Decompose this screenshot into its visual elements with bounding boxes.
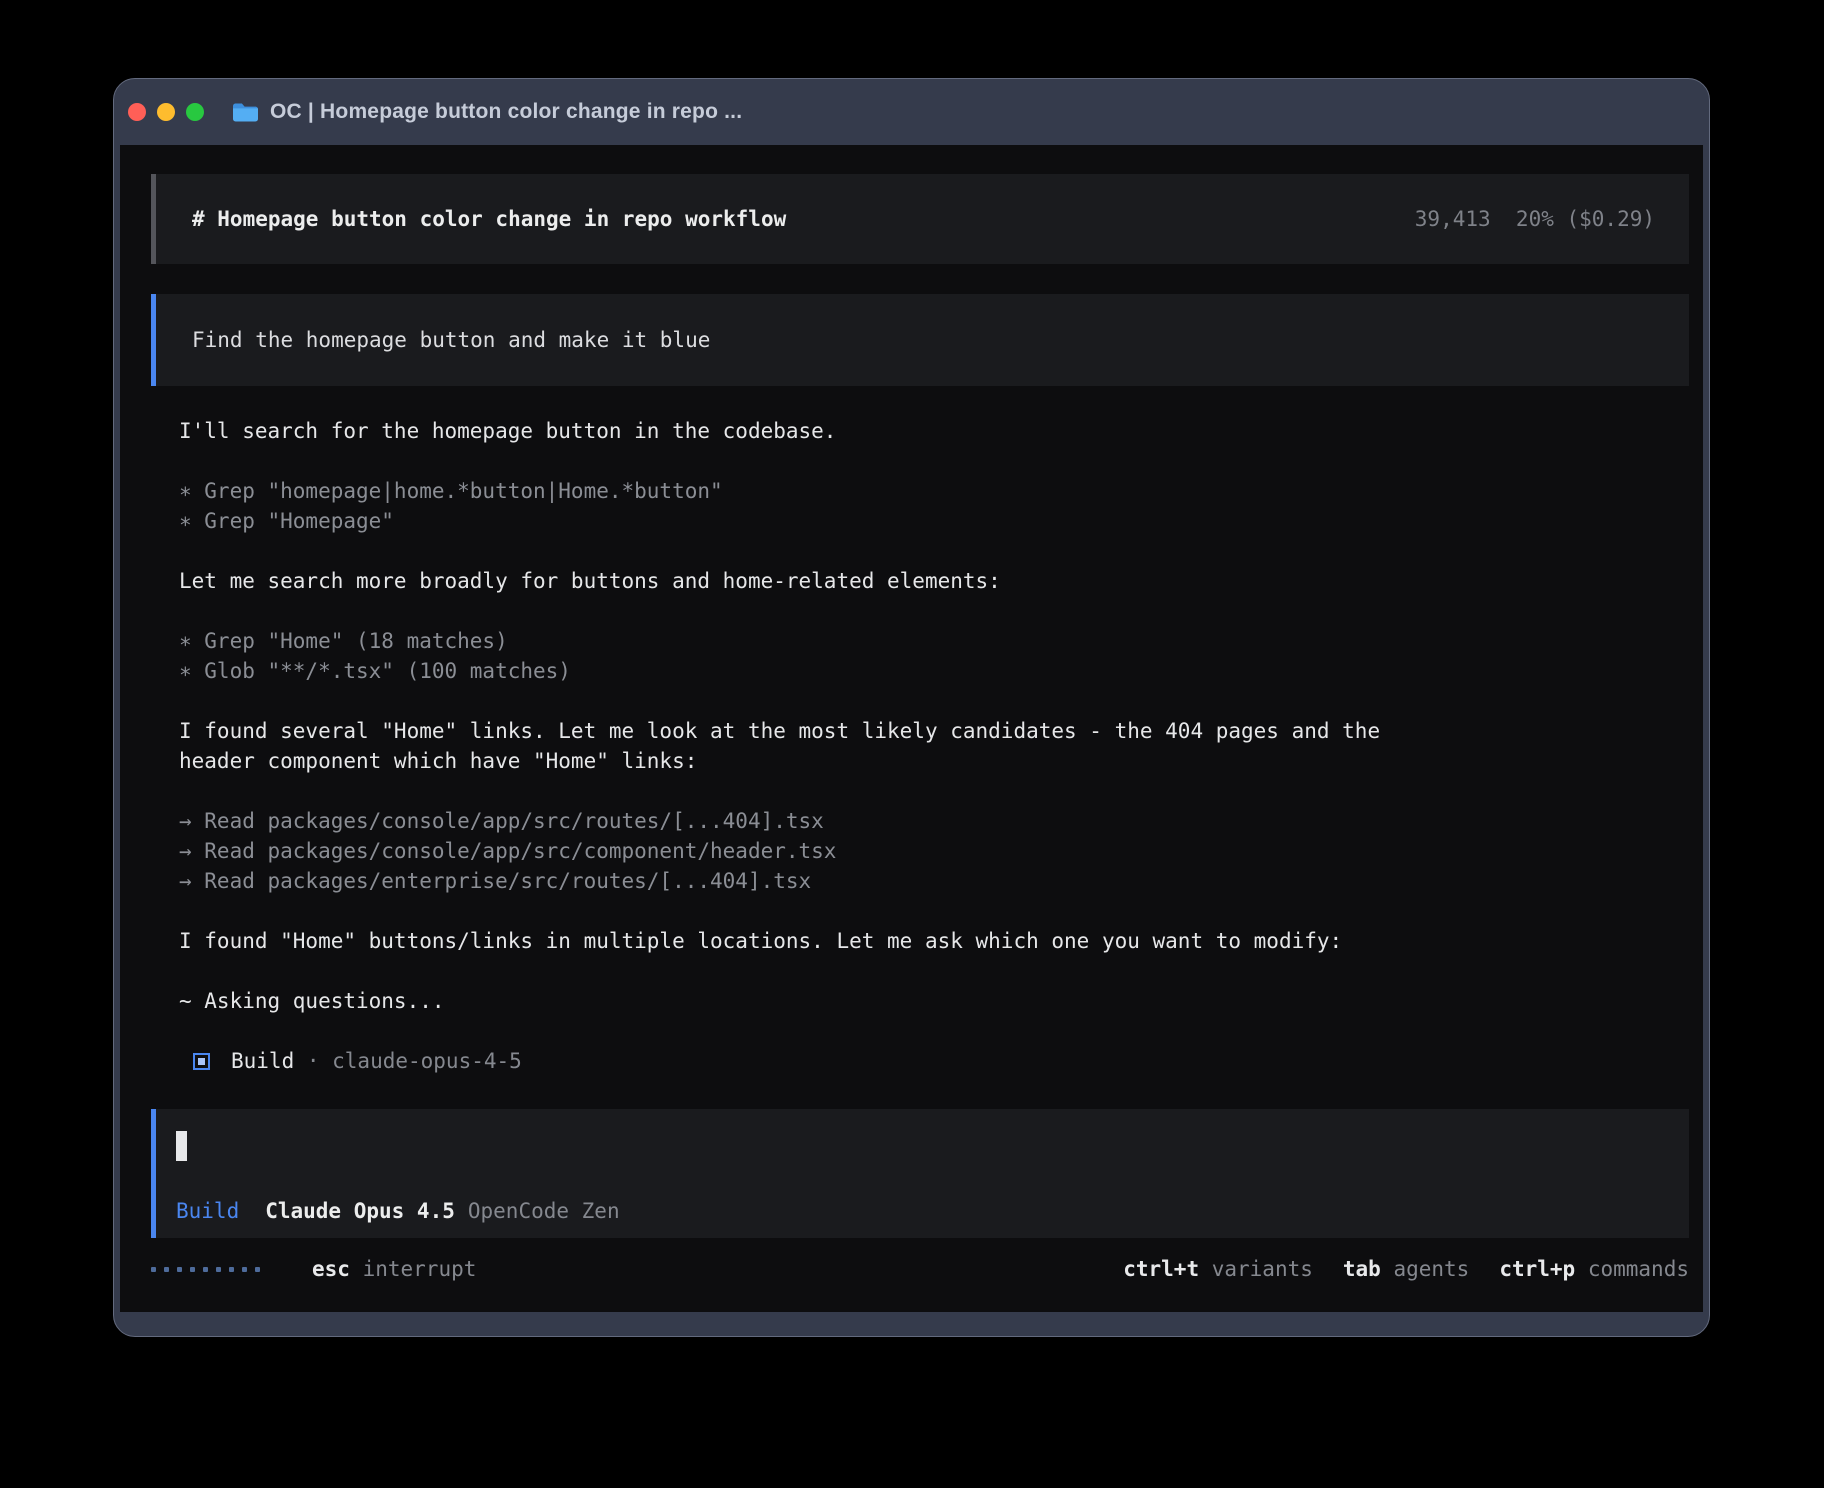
message-text: Let me search more broadly for buttons a… bbox=[179, 566, 1683, 596]
session-header-block: # Homepage button color change in repo w… bbox=[151, 174, 1689, 264]
provider-label: OpenCode Zen bbox=[468, 1196, 620, 1226]
message-tool: → Read packages/console/app/src/routes/[… bbox=[179, 806, 1683, 896]
terminal-viewport[interactable]: # Homepage button color change in repo w… bbox=[120, 145, 1703, 1312]
assistant-text-line: Let me search more broadly for buttons a… bbox=[179, 566, 1683, 596]
tool-call-line: ∗ Grep "Home" (18 matches) bbox=[179, 626, 1683, 656]
user-message-block: Find the homepage button and make it blu… bbox=[151, 294, 1689, 386]
hint-ctrl-p: ctrl+p commands bbox=[1499, 1254, 1689, 1284]
agent-model: · claude-opus-4-5 bbox=[294, 1046, 522, 1076]
message-tool: ∗ Grep "homepage|home.*button|Home.*butt… bbox=[179, 476, 1683, 536]
folder-icon bbox=[232, 101, 259, 124]
assistant-text-line: header component which have "Home" links… bbox=[179, 746, 1683, 776]
tool-call-line: ∗ Glob "**/*.tsx" (100 matches) bbox=[179, 656, 1683, 686]
assistant-text-line: I found "Home" buttons/links in multiple… bbox=[179, 926, 1683, 956]
status-bar-left: esc interrupt bbox=[151, 1254, 476, 1284]
active-model-label[interactable]: Claude Opus 4.5 bbox=[265, 1196, 455, 1226]
message-text: I found several "Home" links. Let me loo… bbox=[179, 716, 1683, 776]
tool-call-line: → Read packages/console/app/src/componen… bbox=[179, 836, 1683, 866]
model-status-line: Build Claude Opus 4.5 OpenCode Zen bbox=[176, 1196, 1689, 1226]
window-titlebar[interactable]: OC | Homepage button color change in rep… bbox=[114, 79, 1709, 145]
message-list: I'll search for the homepage button in t… bbox=[179, 416, 1683, 1076]
active-agent-label[interactable]: Build bbox=[176, 1196, 239, 1226]
hint-esc: esc interrupt bbox=[312, 1254, 476, 1284]
message-tool: ∗ Grep "Home" (18 matches)∗ Glob "**/*.t… bbox=[179, 626, 1683, 686]
user-message-text: Find the homepage button and make it blu… bbox=[192, 325, 710, 355]
agent-build-icon bbox=[193, 1053, 210, 1070]
status-bar: esc interrupt ctrl+t variantstab agentsc… bbox=[151, 1254, 1689, 1284]
assistant-text-line: I'll search for the homepage button in t… bbox=[179, 416, 1683, 446]
tool-call-line: ∗ Grep "Homepage" bbox=[179, 506, 1683, 536]
agent-name: Build bbox=[231, 1046, 294, 1076]
hint-ctrl-t: ctrl+t variants bbox=[1123, 1254, 1313, 1284]
message-text: I'll search for the homepage button in t… bbox=[179, 416, 1683, 446]
tool-call-line: → Read packages/enterprise/src/routes/[.… bbox=[179, 866, 1683, 896]
traffic-lights bbox=[128, 103, 204, 121]
statusbar-hints: ctrl+t variants tab agents ctrl+p commands bbox=[1123, 1254, 1689, 1284]
message-text: ~ Asking questions... bbox=[179, 986, 1683, 1016]
tool-call-line: → Read packages/console/app/src/routes/[… bbox=[179, 806, 1683, 836]
message-text: I found "Home" buttons/links in multiple… bbox=[179, 926, 1683, 956]
minimize-window-button[interactable] bbox=[157, 103, 175, 121]
spinner-dots-icon bbox=[151, 1267, 260, 1272]
window-title: OC | Homepage button color change in rep… bbox=[270, 100, 742, 124]
hint-tab: tab agents bbox=[1343, 1254, 1469, 1284]
zoom-window-button[interactable] bbox=[186, 103, 204, 121]
close-window-button[interactable] bbox=[128, 103, 146, 121]
tool-call-line: ∗ Grep "homepage|home.*button|Home.*butt… bbox=[179, 476, 1683, 506]
app-window: OC | Homepage button color change in rep… bbox=[113, 78, 1710, 1337]
assistant-text-line: I found several "Home" links. Let me loo… bbox=[179, 716, 1683, 746]
session-title: # Homepage button color change in repo w… bbox=[192, 204, 786, 234]
prompt-input[interactable]: Build Claude Opus 4.5 OpenCode Zen bbox=[151, 1109, 1689, 1238]
session-token-stats: 39,413 20% ($0.29) bbox=[1415, 204, 1655, 234]
text-cursor bbox=[176, 1131, 187, 1161]
message-agent: Build · claude-opus-4-5 bbox=[179, 1046, 1683, 1076]
desktop-background: OC | Homepage button color change in rep… bbox=[0, 0, 1824, 1488]
assistant-text-line: ~ Asking questions... bbox=[179, 986, 1683, 1016]
titlebar-title-group: OC | Homepage button color change in rep… bbox=[232, 100, 742, 124]
